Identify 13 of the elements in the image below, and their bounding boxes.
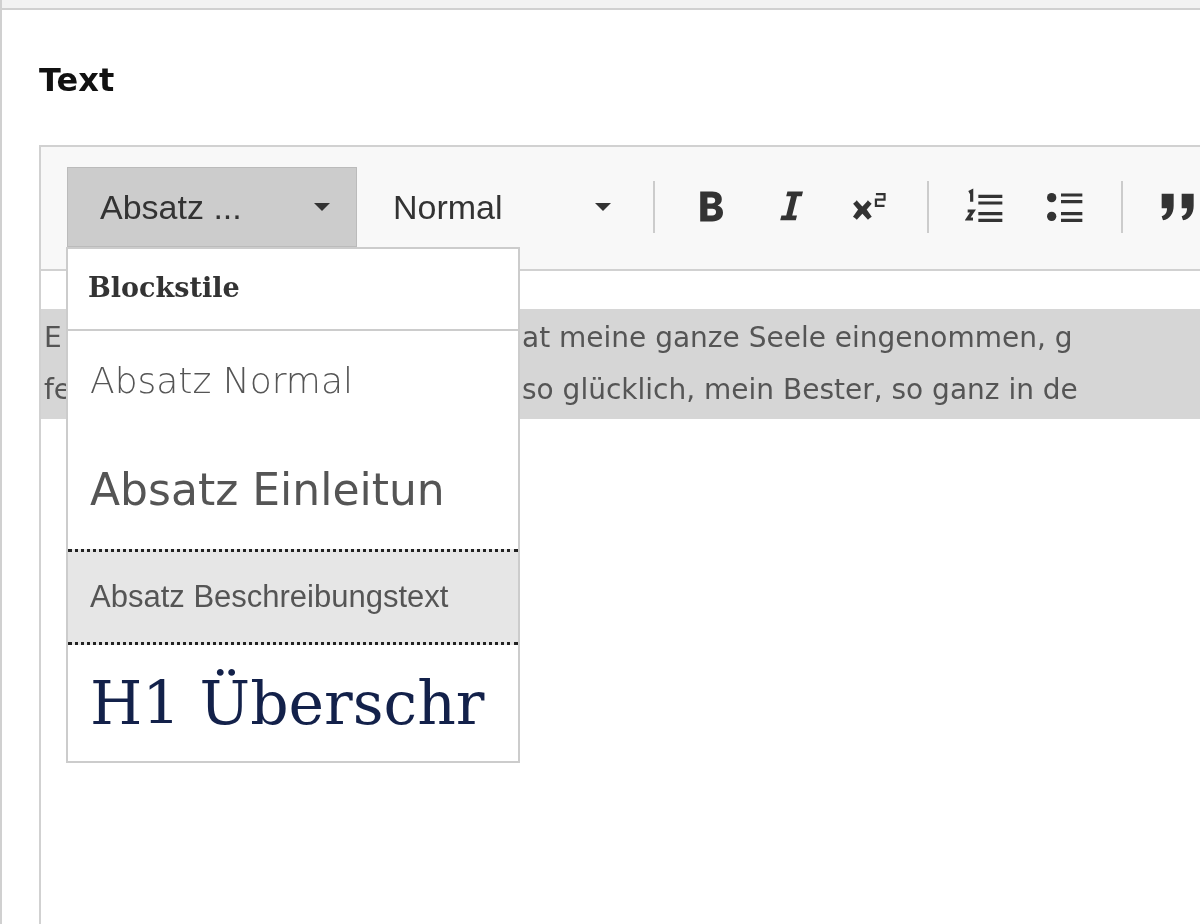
style-option[interactable]: H1 Überschr xyxy=(68,645,518,761)
style-option[interactable]: Absatz Normal xyxy=(68,331,518,431)
style-dropdown[interactable]: Normal xyxy=(361,167,637,247)
style-option[interactable]: Absatz Beschreibungstext xyxy=(68,549,518,645)
style-option[interactable]: Absatz Einleitun xyxy=(68,431,518,549)
field-label: Text xyxy=(39,60,116,100)
paragraph-text: at meine ganze Seele eingenommen, g xyxy=(522,320,1073,354)
style-dropdown[interactable]: Absatz ... xyxy=(67,167,357,247)
paragraph-text: E xyxy=(43,320,63,354)
paragraph-text: so glücklich, mein Bester, so ganz in de xyxy=(522,372,1078,406)
caret-icon xyxy=(595,203,611,211)
menu-heading: Blockstile xyxy=(68,249,518,331)
caret-icon xyxy=(314,203,330,211)
